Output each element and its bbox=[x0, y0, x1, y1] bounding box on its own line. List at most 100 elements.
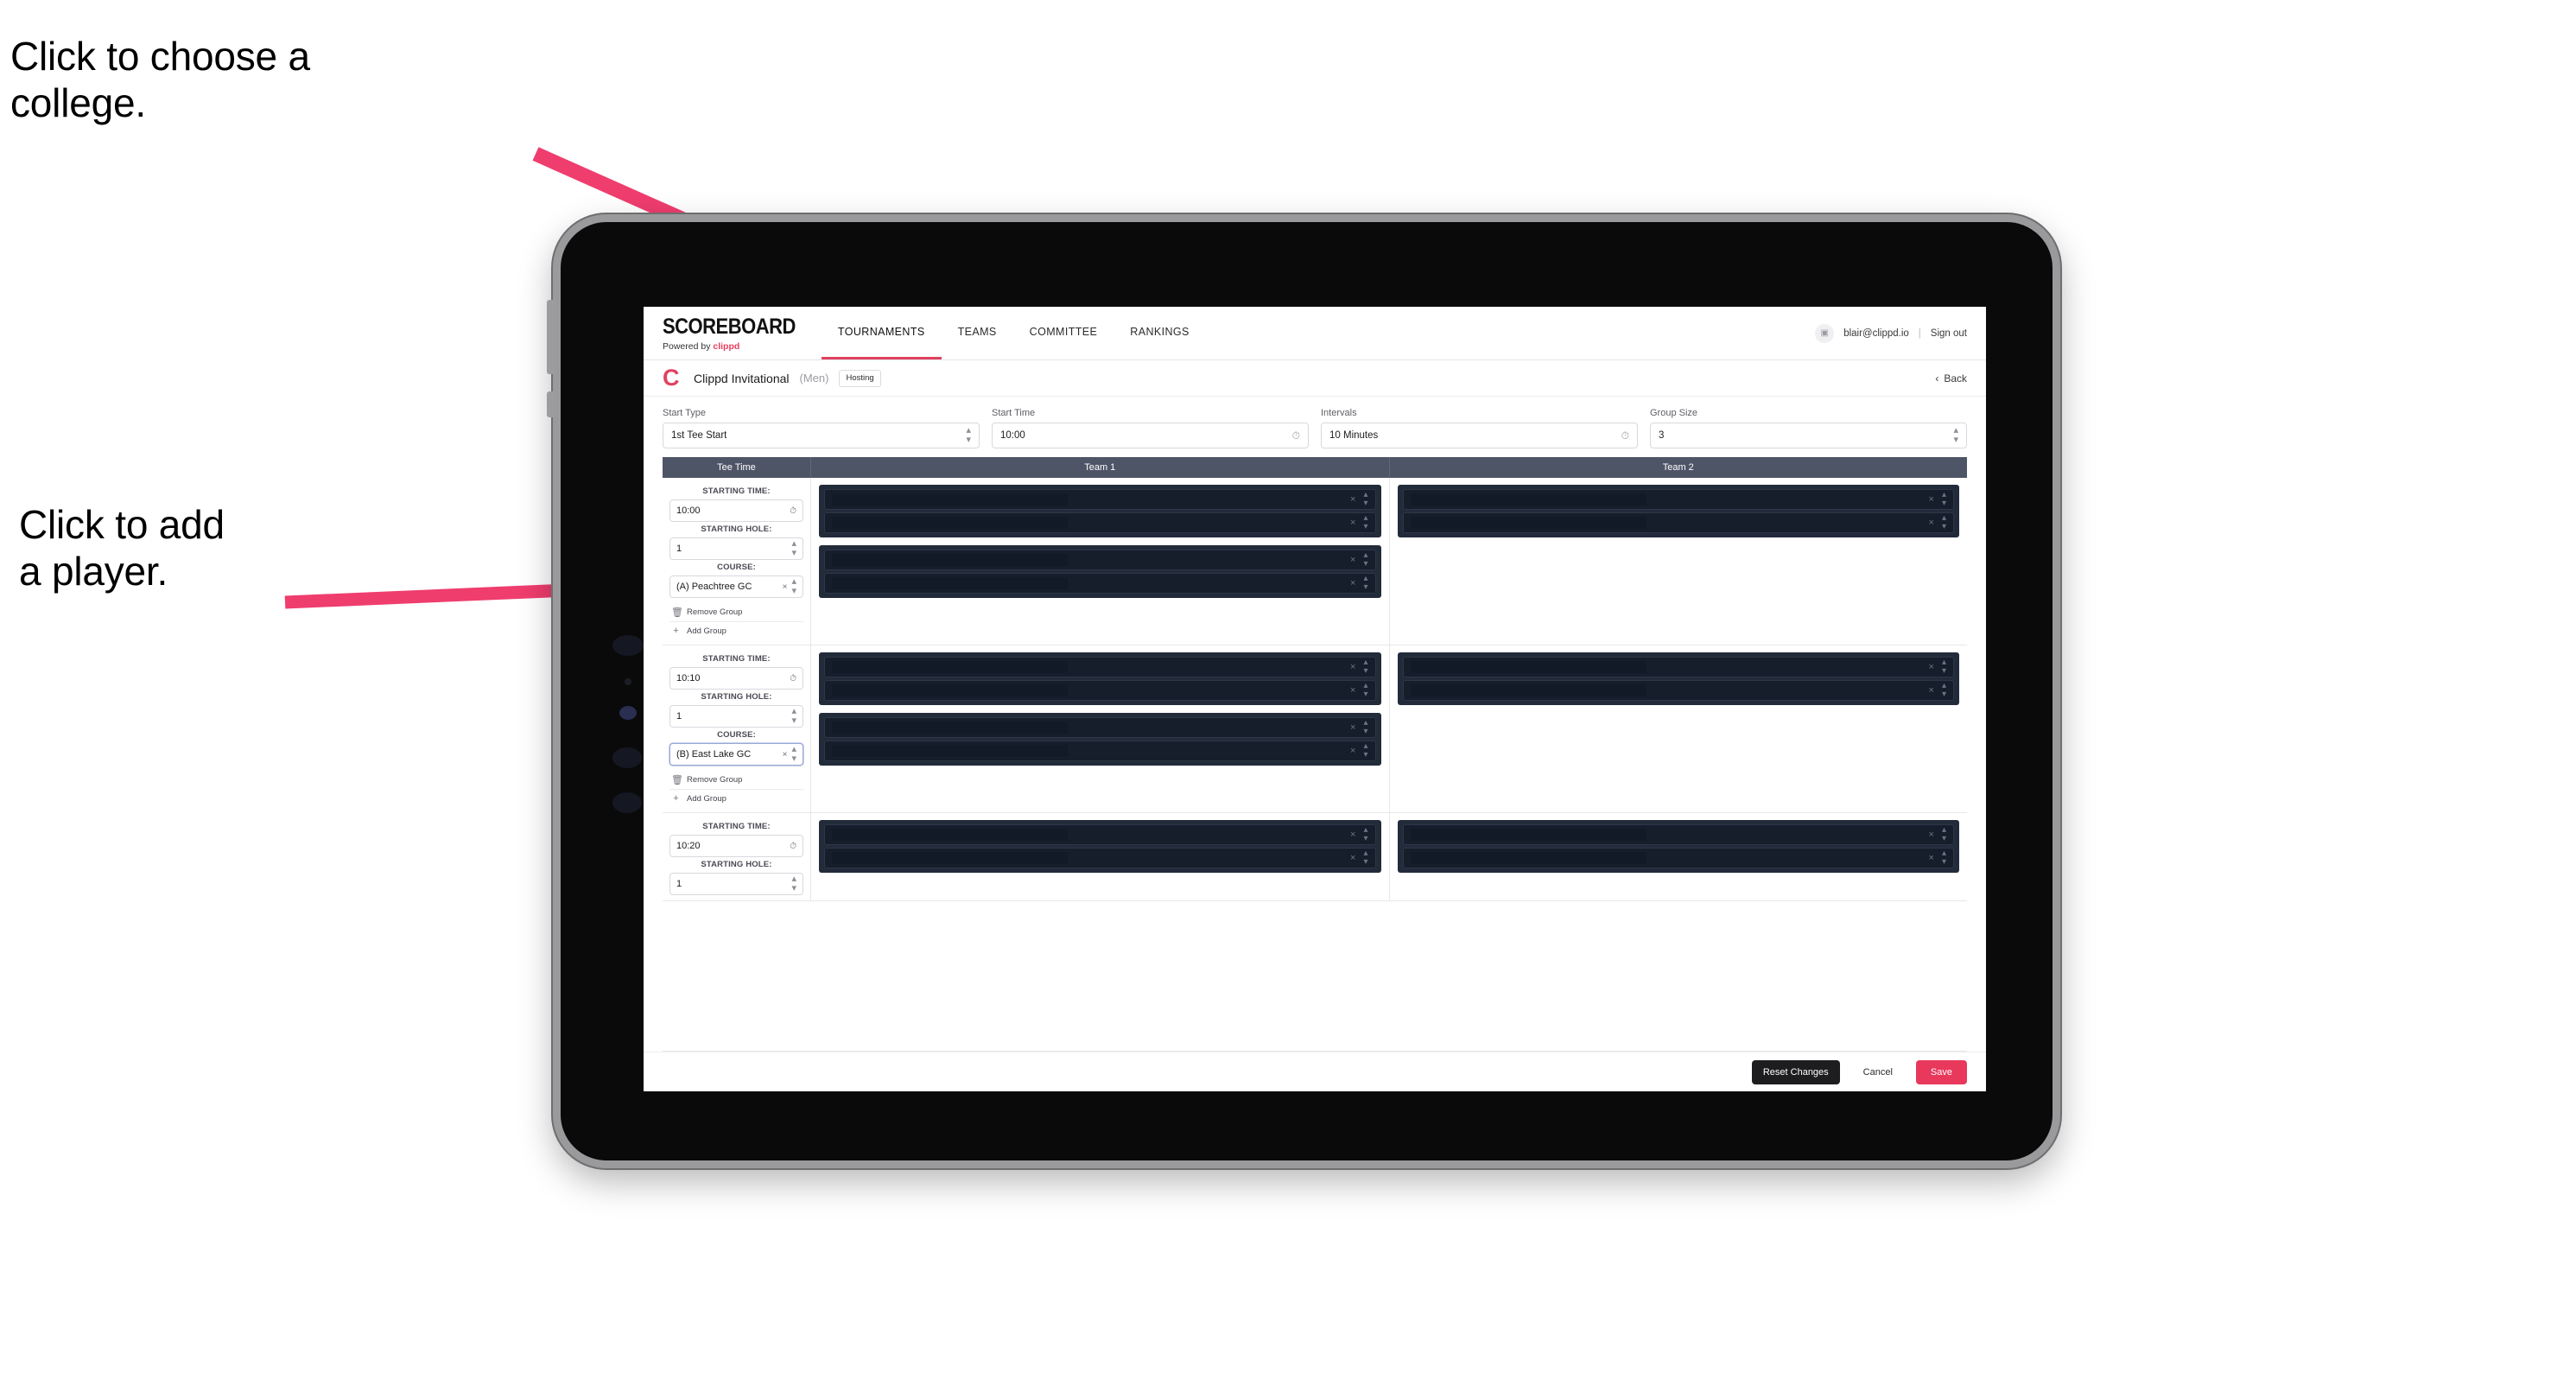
stepper-icon[interactable]: ▴ ▾ bbox=[1942, 826, 1946, 843]
stepper-icon[interactable]: ▴ ▾ bbox=[1363, 575, 1367, 592]
stepper-icon[interactable]: ▴ ▾ bbox=[791, 539, 796, 558]
reset-changes-button[interactable]: Reset Changes bbox=[1751, 1059, 1840, 1084]
player-slot[interactable]: × ▴ ▾ bbox=[824, 550, 1376, 570]
stepper-icon[interactable]: ▴ ▾ bbox=[1942, 491, 1946, 508]
stepper-icon[interactable]: ▴ ▾ bbox=[1363, 826, 1367, 843]
nav-item-rankings[interactable]: RANKINGS bbox=[1114, 307, 1206, 359]
stepper-icon[interactable]: ▴ ▾ bbox=[791, 577, 796, 596]
stepper-icon[interactable]: ▴ ▾ bbox=[1363, 719, 1367, 736]
team-2-cell[interactable]: × ▴ ▾ × ▴ ▾ bbox=[1390, 645, 1968, 812]
player-slot[interactable]: × ▴ ▾ bbox=[1402, 657, 1954, 677]
stepper-icon[interactable]: ▴ ▾ bbox=[791, 707, 796, 726]
close-icon[interactable]: × bbox=[1350, 853, 1355, 863]
player-slot[interactable]: × ▴ ▾ bbox=[1402, 848, 1954, 868]
stepper-icon[interactable]: ▴ ▾ bbox=[1363, 658, 1367, 676]
stepper-icon[interactable]: ▴ ▾ bbox=[1363, 682, 1367, 699]
group-size-select[interactable]: 3 ▴ ▾ bbox=[1650, 423, 1967, 448]
close-icon[interactable]: × bbox=[1929, 830, 1934, 840]
player-slot[interactable]: × ▴ ▾ bbox=[824, 848, 1376, 868]
starting-hole-input[interactable]: 1 ▴ ▾ bbox=[669, 705, 803, 728]
team-1-cell[interactable]: × ▴ ▾ × ▴ ▾ × ▴ ▾ × ▴ ▾ bbox=[811, 478, 1390, 645]
stepper-icon[interactable]: ▴ ▾ bbox=[791, 745, 796, 764]
remove-group-button[interactable]: 🗑 Remove Group bbox=[669, 603, 803, 622]
close-icon[interactable]: × bbox=[1929, 518, 1934, 528]
course-select[interactable]: (B) East Lake GC × ▴ ▾ bbox=[669, 743, 803, 766]
start-time-input[interactable]: 10:00 ⏱ bbox=[992, 423, 1309, 448]
starting-time-input[interactable]: 10:10 ⏱ bbox=[669, 667, 803, 690]
remove-group-button[interactable]: 🗑 Remove Group bbox=[669, 771, 803, 790]
player-slot[interactable]: × ▴ ▾ bbox=[824, 573, 1376, 594]
tablet-power-button[interactable] bbox=[547, 391, 555, 417]
player-group[interactable]: × ▴ ▾ × ▴ ▾ bbox=[1397, 652, 1959, 705]
cancel-button[interactable]: Cancel bbox=[1852, 1060, 1904, 1084]
save-button[interactable]: Save bbox=[1915, 1059, 1967, 1084]
stepper-icon[interactable]: ▴ ▾ bbox=[1363, 551, 1367, 569]
close-icon[interactable]: × bbox=[1350, 722, 1355, 733]
brand-logo[interactable]: SCOREBOARD Powered by clippd bbox=[663, 307, 822, 359]
player-slot[interactable]: × ▴ ▾ bbox=[824, 824, 1376, 845]
close-icon[interactable]: × bbox=[1350, 578, 1355, 588]
player-slot[interactable]: × ▴ ▾ bbox=[824, 512, 1376, 533]
player-slot[interactable]: × ▴ ▾ bbox=[1402, 680, 1954, 701]
player-group[interactable]: × ▴ ▾ × ▴ ▾ bbox=[819, 652, 1381, 705]
player-group[interactable]: × ▴ ▾ × ▴ ▾ bbox=[1397, 820, 1959, 873]
add-group-button[interactable]: + Add Group bbox=[669, 622, 803, 639]
player-group[interactable]: × ▴ ▾ × ▴ ▾ bbox=[819, 545, 1381, 598]
team-2-cell[interactable]: × ▴ ▾ × ▴ ▾ bbox=[1390, 813, 1968, 900]
stepper-icon[interactable]: ▴ ▾ bbox=[1942, 658, 1946, 676]
stepper-icon[interactable]: ▴ ▾ bbox=[1942, 849, 1946, 867]
add-group-button[interactable]: + Add Group bbox=[669, 790, 803, 807]
player-slot[interactable]: × ▴ ▾ bbox=[824, 717, 1376, 738]
stepper-icon[interactable]: ▴ ▾ bbox=[1363, 514, 1367, 531]
stepper-icon[interactable]: ▴ ▾ bbox=[1363, 849, 1367, 867]
starting-hole-input[interactable]: 1 ▴ ▾ bbox=[669, 873, 803, 895]
stepper-icon[interactable]: ▴ ▾ bbox=[1363, 742, 1367, 760]
close-icon[interactable]: × bbox=[783, 750, 788, 760]
close-icon[interactable]: × bbox=[1350, 685, 1355, 696]
stepper-icon[interactable]: ▴ ▾ bbox=[1942, 514, 1946, 531]
close-icon[interactable]: × bbox=[1350, 494, 1355, 505]
starting-hole-input[interactable]: 1 ▴ ▾ bbox=[669, 537, 803, 560]
player-slot[interactable]: × ▴ ▾ bbox=[824, 657, 1376, 677]
stepper-icon[interactable]: ▴ ▾ bbox=[1363, 491, 1367, 508]
close-icon[interactable]: × bbox=[1350, 746, 1355, 756]
start-type-select[interactable]: 1st Tee Start ▴ ▾ bbox=[663, 423, 980, 448]
starting-time-input[interactable]: 10:20 ⏱ bbox=[669, 835, 803, 857]
close-icon[interactable]: × bbox=[1929, 662, 1934, 672]
player-slot[interactable]: × ▴ ▾ bbox=[824, 489, 1376, 510]
player-group[interactable]: × ▴ ▾ × ▴ ▾ bbox=[819, 713, 1381, 766]
player-group[interactable]: × ▴ ▾ × ▴ ▾ bbox=[1397, 485, 1959, 537]
close-icon[interactable]: × bbox=[1929, 853, 1934, 863]
close-icon[interactable]: × bbox=[1350, 830, 1355, 840]
player-slot[interactable]: × ▴ ▾ bbox=[824, 680, 1376, 701]
close-icon[interactable]: × bbox=[1350, 555, 1355, 565]
close-icon[interactable]: × bbox=[1929, 685, 1934, 696]
stepper-icon[interactable]: ▴ ▾ bbox=[791, 874, 796, 893]
back-button[interactable]: ‹ Back bbox=[1935, 372, 1967, 385]
close-icon[interactable]: × bbox=[1350, 518, 1355, 528]
course-select[interactable]: (A) Peachtree GC × ▴ ▾ bbox=[669, 575, 803, 598]
team-1-cell[interactable]: × ▴ ▾ × ▴ ▾ bbox=[811, 813, 1390, 900]
team-2-cell[interactable]: × ▴ ▾ × ▴ ▾ bbox=[1390, 478, 1968, 645]
close-icon[interactable]: × bbox=[1350, 662, 1355, 672]
table-body[interactable]: STARTING TIME: 10:00 ⏱ STARTING HOLE: 1 ▴ ▾ COU… bbox=[663, 478, 1967, 1052]
team-1-cell[interactable]: × ▴ ▾ × ▴ ▾ × ▴ ▾ × ▴ ▾ bbox=[811, 645, 1390, 812]
player-group[interactable]: × ▴ ▾ × ▴ ▾ bbox=[819, 820, 1381, 873]
player-group[interactable]: × ▴ ▾ × ▴ ▾ bbox=[819, 485, 1381, 537]
nav-item-committee[interactable]: COMMITTEE bbox=[1013, 307, 1114, 359]
stepper-icon[interactable]: ▴ ▾ bbox=[1942, 682, 1946, 699]
nav-item-tournaments[interactable]: TOURNAMENTS bbox=[821, 307, 942, 359]
starting-time-input[interactable]: 10:00 ⏱ bbox=[669, 499, 803, 522]
intervals-input[interactable]: 10 Minutes ⏱ bbox=[1321, 423, 1638, 448]
player-slot[interactable]: × ▴ ▾ bbox=[1402, 824, 1954, 845]
nav-item-teams[interactable]: TEAMS bbox=[942, 307, 1013, 359]
starting-hole-label: STARTING HOLE: bbox=[701, 525, 772, 534]
user-avatar-icon[interactable]: ▣ bbox=[1815, 323, 1835, 343]
player-slot[interactable]: × ▴ ▾ bbox=[824, 741, 1376, 761]
player-slot[interactable]: × ▴ ▾ bbox=[1402, 512, 1954, 533]
player-slot[interactable]: × ▴ ▾ bbox=[1402, 489, 1954, 510]
close-icon[interactable]: × bbox=[1929, 494, 1934, 505]
sign-out-link[interactable]: Sign out bbox=[1931, 328, 1967, 339]
tablet-volume-button[interactable] bbox=[547, 300, 555, 374]
close-icon[interactable]: × bbox=[783, 582, 788, 592]
